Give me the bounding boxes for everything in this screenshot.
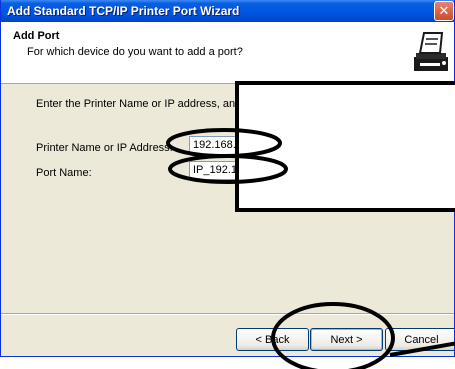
close-button[interactable]: ✕ bbox=[434, 1, 454, 21]
port-name-label: Port Name: bbox=[36, 167, 92, 179]
close-icon: ✕ bbox=[438, 3, 450, 19]
back-button[interactable]: < Back bbox=[236, 328, 309, 351]
printer-name-label: Printer Name or IP Address: bbox=[36, 142, 173, 154]
cancel-button[interactable]: Cancel bbox=[385, 328, 454, 351]
footer-separator bbox=[1, 313, 454, 315]
instructions-text: Enter the Printer Name or IP address, an… bbox=[36, 98, 415, 110]
wizard-window: Add Standard TCP/IP Printer Port Wizard … bbox=[0, 0, 455, 357]
title-bar[interactable]: Add Standard TCP/IP Printer Port Wizard … bbox=[1, 0, 454, 22]
printer-icon bbox=[414, 32, 448, 71]
page-title: Add Port bbox=[13, 30, 60, 42]
port-name-input[interactable]: IP_192.168.90.75 bbox=[189, 161, 393, 180]
page-subtitle: For which device do you want to add a po… bbox=[27, 46, 243, 58]
wizard-header: Add Port For which device do you want to… bbox=[1, 22, 454, 84]
window-title: Add Standard TCP/IP Printer Port Wizard bbox=[7, 4, 240, 18]
next-button[interactable]: Next > bbox=[310, 328, 383, 351]
printer-name-input[interactable]: 192.168.90.75 bbox=[189, 136, 393, 155]
